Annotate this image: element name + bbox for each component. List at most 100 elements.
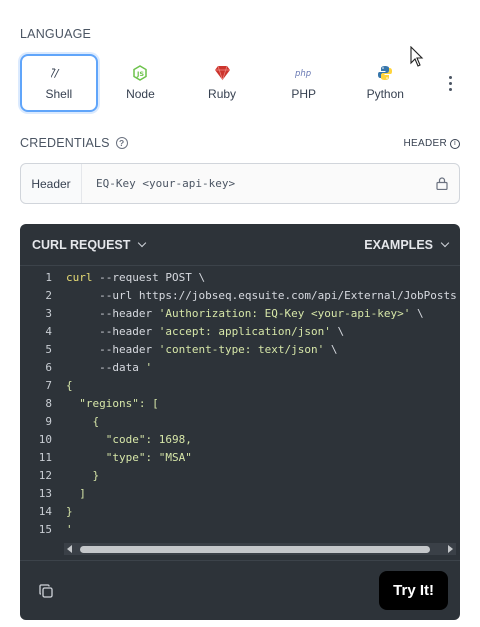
try-it-button[interactable]: Try It! [379, 571, 448, 610]
code-line: 8 "regions": [ [20, 394, 460, 412]
tab-php[interactable]: php PHP [265, 54, 343, 112]
code-line: 7{ [20, 376, 460, 394]
lock-icon [425, 177, 459, 190]
scroll-left-icon[interactable] [64, 543, 76, 555]
tab-node-label: Node [126, 87, 155, 101]
code-token: : [ [138, 396, 159, 410]
code-token: \ [330, 324, 345, 338]
shell-icon: // [51, 65, 67, 81]
svg-text:php: php [294, 69, 311, 79]
code-token: "MSA" [158, 450, 192, 464]
code-token: curl [66, 270, 93, 284]
code-token: { [66, 414, 100, 428]
line-number: 3 [45, 306, 52, 320]
request-panel-header: CURL REQUEST EXAMPLES [20, 224, 460, 266]
php-icon: php [294, 65, 314, 81]
horizontal-scrollbar[interactable] [64, 543, 456, 555]
code-token: \ [410, 306, 424, 320]
language-label: LANGUAGE [20, 27, 92, 41]
line-number: 14 [38, 504, 52, 518]
examples-dropdown[interactable]: EXAMPLES [364, 237, 450, 252]
code-token: 'Authorization: EQ-Key <your-api-key>' [152, 306, 411, 320]
code-token: { [66, 378, 73, 392]
nodejs-icon: JS [132, 65, 148, 81]
api-key-input[interactable] [82, 164, 425, 203]
curl-request-label: CURL REQUEST [32, 237, 131, 252]
scroll-track[interactable] [76, 545, 444, 553]
code-token: } [66, 468, 100, 482]
line-number: 6 [45, 360, 52, 374]
code-token: "code" [66, 432, 146, 446]
code-line: 11 "type": "MSA" [20, 448, 460, 466]
credentials-field: Header [20, 163, 460, 204]
code-token: : [145, 450, 159, 464]
credentials-heading: CREDENTIALS ? [20, 136, 128, 150]
tab-php-label: PHP [291, 87, 316, 101]
request-panel-footer: Try It! [20, 560, 460, 620]
tab-python-label: Python [366, 87, 404, 101]
code-token: --data [66, 360, 139, 374]
code-token: ] [66, 486, 86, 500]
code-token: 1698 [158, 432, 186, 446]
line-number: 1 [45, 270, 52, 284]
line-number: 10 [38, 432, 52, 446]
tab-ruby[interactable]: Ruby [183, 54, 261, 112]
code-token: --header [66, 306, 153, 320]
header-toggle-label: HEADER [403, 138, 447, 149]
copy-icon[interactable] [36, 581, 56, 601]
credentials-label: CREDENTIALS [20, 136, 110, 150]
code-line: 14} [20, 502, 460, 520]
code-token: 'content-type: text/json' [152, 342, 325, 356]
tab-node[interactable]: JS Node [102, 54, 180, 112]
line-number: 12 [38, 468, 52, 482]
code-line: 12 } [20, 466, 460, 484]
tab-python[interactable]: Python [346, 54, 424, 112]
credentials-field-label: Header [21, 164, 82, 203]
more-languages-icon[interactable] [440, 63, 460, 103]
line-number: 7 [45, 378, 52, 392]
help-icon[interactable]: ? [115, 137, 128, 149]
code-token: --url [66, 288, 133, 302]
code-token: , [185, 432, 192, 446]
code-line: 13 ] [20, 484, 460, 502]
chevron-down-icon [138, 238, 147, 247]
line-number: 4 [45, 324, 52, 338]
code-line: 2 --url https://jobseq.eqsuite.com/api/E… [20, 286, 460, 304]
line-number: 8 [45, 396, 52, 410]
request-panel: CURL REQUEST EXAMPLES 1 curl --request PO… [20, 224, 460, 620]
curl-request-dropdown[interactable]: CURL REQUEST [32, 237, 147, 252]
line-number: 9 [45, 414, 52, 428]
tab-shell[interactable]: // Shell [20, 54, 98, 112]
code-line: 3 --header 'Authorization: EQ-Key <your-… [20, 304, 460, 322]
scroll-right-icon[interactable] [444, 543, 456, 555]
code-block[interactable]: 1 curl --request POST \ 2 --url https://j… [20, 268, 460, 542]
code-token: 'accept: application/json' [152, 324, 331, 338]
code-line: 10 "code": 1698, [20, 430, 460, 448]
line-number: 15 [38, 522, 52, 536]
code-line: 9 { [20, 412, 460, 430]
examples-label: EXAMPLES [364, 237, 433, 252]
line-number: 2 [45, 288, 52, 302]
code-token: \ [324, 342, 338, 356]
code-token: "regions" [66, 396, 139, 410]
code-line: 4 --header 'accept: application/json' \ [20, 322, 460, 340]
code-token: --request POST \ [92, 270, 206, 284]
code-line: 1 curl --request POST \ [20, 268, 460, 286]
svg-text:JS: JS [136, 70, 144, 78]
code-token: --header [66, 342, 153, 356]
tab-shell-label: Shell [45, 87, 73, 101]
code-token: } [66, 504, 73, 518]
code-token: https://jobseq.eqsuite.com/api/External/… [132, 288, 457, 302]
code-line: 15 ' [20, 520, 460, 538]
tab-ruby-label: Ruby [208, 87, 237, 101]
python-icon [377, 65, 393, 81]
line-number: 11 [38, 450, 52, 464]
code-token: ' [66, 522, 73, 536]
chevron-down-icon [440, 238, 450, 247]
info-icon: i [450, 138, 460, 149]
code-token: --header [66, 324, 153, 338]
line-number: 5 [45, 342, 52, 356]
code-token: ' [138, 360, 153, 374]
header-toggle[interactable]: HEADER i [404, 138, 460, 149]
scroll-thumb[interactable] [80, 546, 430, 553]
